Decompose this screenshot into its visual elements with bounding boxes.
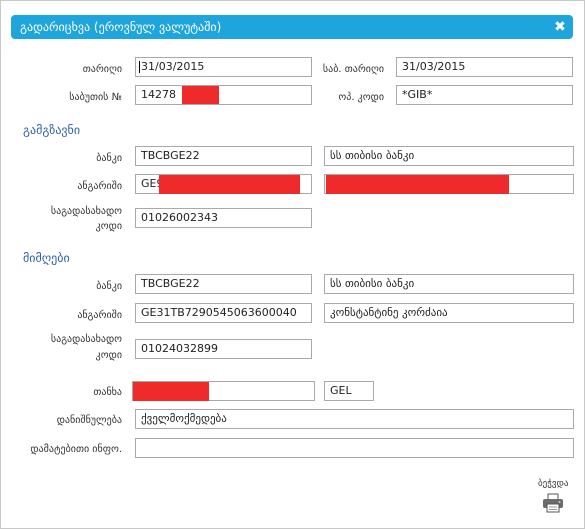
sender-tax-label-line1: საგადასახადო (50, 206, 122, 217)
dialog-titlebar: გადარიცხვა (ეროვნულ ვალუტაში) ✖ (11, 15, 573, 39)
redaction-box (182, 86, 219, 104)
receiver-account-name-field[interactable]: კონსტანტინე კორძაია (324, 303, 574, 323)
receiver-account-label: ანგარიში (77, 310, 122, 321)
op-code-label: ოპ. კოდი (338, 92, 384, 103)
amount-label: თანხა (93, 387, 122, 398)
receiver-account-field[interactable]: GE31TB7290545063600040 (135, 303, 312, 323)
currency-field[interactable]: GEL (324, 381, 374, 401)
redaction-box (326, 175, 509, 194)
receiver-bank-code-field[interactable]: TBCBGE22 (135, 274, 312, 294)
extra-info-field[interactable] (135, 438, 574, 458)
date-value: 31/03/2015 (141, 60, 205, 73)
sender-bank-label: ბანკი (96, 153, 122, 164)
sender-section-title: გამგზავნი (23, 123, 81, 137)
doc-number-field[interactable]: 14278 (135, 85, 312, 105)
sender-account-label: ანგარიში (77, 181, 122, 192)
redaction-box (133, 382, 209, 401)
receiver-tax-code-field[interactable]: 01024032899 (135, 339, 312, 359)
purpose-field[interactable]: ქველმოქმედება (135, 409, 574, 429)
receiver-bank-label: ბანკი (96, 281, 122, 292)
print-label: ბეჭვდა (538, 479, 569, 489)
sender-bank-code-field[interactable]: TBCBGE22 (135, 146, 312, 166)
doc-number-label: საბუთის № (69, 92, 122, 103)
printer-icon[interactable] (542, 493, 564, 513)
bank-date-label: საბ. თარიღი (322, 64, 384, 75)
sender-bank-name-field[interactable]: სს თიბისი ბანკი (324, 146, 574, 166)
date-field[interactable]: 31/03/2015 (135, 57, 312, 77)
transfer-dialog: გადარიცხვა (ეროვნულ ვალუტაში) ✖ თარიღი 3… (0, 0, 585, 529)
receiver-tax-label-line2: კოდი (95, 350, 122, 361)
date-label: თარიღი (82, 64, 122, 75)
text-caret (139, 61, 140, 73)
sender-tax-code-field[interactable]: 01026002343 (135, 208, 312, 228)
receiver-tax-label-line1: საგადასახადო (50, 334, 122, 345)
redaction-box (159, 175, 300, 194)
bank-date-field[interactable]: 31/03/2015 (396, 57, 573, 77)
op-code-field[interactable]: *GIB* (396, 85, 573, 105)
dialog-title: გადარიცხვა (ეროვნულ ვალუტაში) (20, 20, 222, 34)
receiver-section-title: მიმღები (23, 251, 70, 265)
extra-info-label: დამატებითი ინფო. (30, 444, 122, 455)
receiver-bank-name-field[interactable]: სს თიბისი ბანკი (324, 274, 574, 294)
close-icon[interactable]: ✖ (551, 18, 569, 36)
sender-tax-label-line2: კოდი (95, 221, 122, 232)
purpose-label: დანიშნულება (56, 415, 122, 426)
